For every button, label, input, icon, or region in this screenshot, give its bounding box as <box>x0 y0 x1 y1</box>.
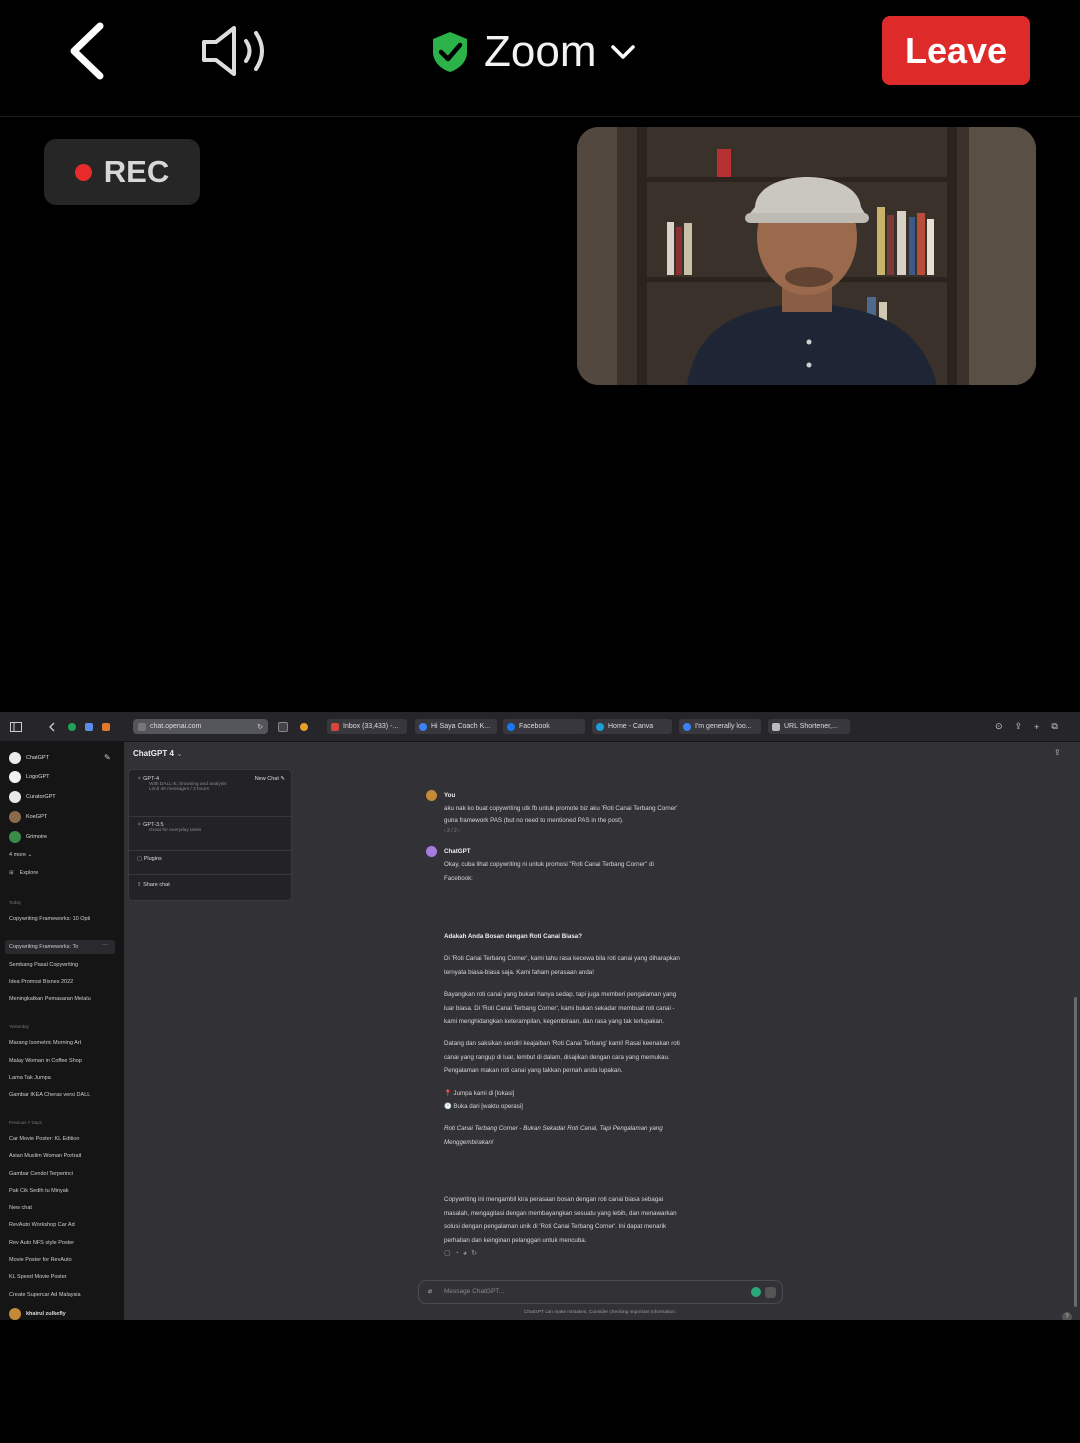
menu-option-plugins[interactable]: ▢ Plugins <box>137 856 285 862</box>
explore-gpts[interactable]: ⊞ Explore <box>9 870 115 876</box>
tab-canva[interactable]: Home - Canva <box>592 719 672 734</box>
copy-headline: Adakah Anda Bosan dengan Roti Canai Bias… <box>444 933 582 940</box>
extension-icons[interactable] <box>68 719 110 734</box>
chat-history-item[interactable]: Idea Promosi Bisnes 2022 <box>9 979 115 985</box>
chat-history-item[interactable]: Marang Isometric Morning Art <box>9 1040 115 1046</box>
leave-button[interactable]: Leave <box>882 16 1030 85</box>
chat-history-item[interactable]: Malay Woman in Coffee Shop <box>9 1058 115 1064</box>
assistant-copywriting: Adakah Anda Bosan dengan Roti Canai Bias… <box>444 930 744 1260</box>
menu-option-gpt4[interactable]: ✧ GPT-4 New Chat ✎ With DALL-E, browsing… <box>137 776 285 792</box>
recording-badge: REC <box>44 139 200 205</box>
more-options-icon[interactable]: ··· <box>102 942 108 948</box>
section-heading: Today <box>9 900 22 905</box>
grammarly-icon[interactable] <box>751 1287 761 1297</box>
tab-generally[interactable]: I'm generally loo... <box>679 719 761 734</box>
grid-icon: ⊞ <box>9 870 14 876</box>
chat-history-item[interactable]: Copywriting Frameworks: 10 Opti <box>9 916 115 922</box>
send-button[interactable] <box>765 1287 776 1298</box>
more-gpts-toggle[interactable]: 4 more ⌄ <box>9 852 115 858</box>
participant-video[interactable] <box>577 127 1036 385</box>
recording-dot-icon <box>74 163 92 181</box>
chat-history-item[interactable]: Create Supercar Ad Malaysia <box>9 1292 115 1298</box>
chat-history-item[interactable]: Meningkatkan Pemasaran Melalu <box>9 996 115 1002</box>
chat-history-item[interactable]: Asian Muslim Woman Portrait <box>9 1153 115 1159</box>
speaker-icon[interactable] <box>198 22 272 80</box>
meeting-title: Zoom <box>484 27 597 76</box>
tab-facebook[interactable]: Facebook <box>503 719 585 734</box>
browser-actions[interactable]: ⊙ ⇪ + ⧉ <box>995 719 1058 734</box>
user-message: You aku nak ko buat copywriting utk fb u… <box>444 789 744 836</box>
browser-toolbar: chat.openai.com ↻ Inbox (33,433) -... Hi… <box>0 712 1080 742</box>
message-input[interactable]: ⌀ Message ChatGPT... <box>418 1280 783 1304</box>
section-heading: Yesterday <box>9 1024 29 1029</box>
gpt-koegpt[interactable]: KoeGPT <box>9 811 47 823</box>
gpt-grimoire[interactable]: Grimoire <box>9 831 47 843</box>
address-bar[interactable]: chat.openai.com ↻ <box>133 719 268 734</box>
zoom-top-bar: Zoom Leave <box>0 0 1080 117</box>
plugin-icon: ▢ <box>137 856 143 862</box>
browser-back-icon[interactable] <box>48 719 56 734</box>
assistant-message: ChatGPT Okay, cuba lihat copywriting ni … <box>444 848 654 882</box>
share-icon[interactable]: ⇪ <box>1015 721 1023 732</box>
chatgpt-sidebar: ChatGPT ✎ LogoGPT CuratorGPT KoeGPT Grim… <box>0 742 124 1320</box>
chat-history-item[interactable]: Gambar Cendol Terperinci <box>9 1171 115 1177</box>
disclaimer-text: ChatGPT can make mistakes. Consider chec… <box>523 1310 677 1315</box>
shield-check-icon <box>433 32 467 72</box>
reload-icon[interactable]: ↻ <box>257 723 263 731</box>
chat-history-item[interactable]: Gambar IKEA Cheras versi DALL <box>9 1092 115 1098</box>
sidebar-toggle-icon[interactable] <box>10 719 22 734</box>
model-dropdown-menu: ✧ GPT-4 New Chat ✎ With DALL-E, browsing… <box>128 769 292 901</box>
gpt-curatorgpt[interactable]: CuratorGPT <box>9 791 56 803</box>
user-avatar <box>426 790 437 801</box>
message-action-icons[interactable]: ▢◔◕↻ <box>444 1247 744 1260</box>
gpt-chatgpt[interactable]: ChatGPT <box>9 752 49 764</box>
new-chat-option[interactable]: New Chat ✎ <box>255 776 285 782</box>
menu-option-gpt35[interactable]: ✧ GPT-3.5 Great for everyday tasks <box>137 822 285 833</box>
message-input-placeholder: Message ChatGPT... <box>444 1288 504 1295</box>
recording-label: REC <box>103 154 170 189</box>
site-icon <box>138 722 146 731</box>
sparkle-icon: ✧ <box>137 776 142 782</box>
chatgpt-main: ChatGPT 4 ⌄ ⇪ ✧ GPT-4 New Chat ✎ With DA… <box>124 742 1080 1320</box>
chatgpt-avatar <box>426 846 437 857</box>
back-arrow-icon[interactable] <box>62 18 118 84</box>
chat-history-item[interactable]: Movie Poster for RevAuto <box>9 1257 115 1263</box>
toolbar-extension-icons[interactable] <box>278 719 308 734</box>
avatar <box>9 1308 21 1320</box>
gpt-logogpt[interactable]: LogoGPT <box>9 771 50 783</box>
chat-history-item[interactable]: Car Movie Poster: KL Edition <box>9 1136 115 1142</box>
tab-gmail[interactable]: Inbox (33,433) -... <box>327 719 407 734</box>
chat-history-item[interactable]: Rev Auto NFS style Poster <box>9 1240 115 1246</box>
meeting-title-dropdown[interactable]: Zoom <box>430 22 636 82</box>
chat-history-item[interactable]: Pak Cik Sedih tu Minyak <box>9 1188 115 1194</box>
chat-history-item[interactable]: Sembang Pasal Copywriting <box>9 962 115 968</box>
tab-coach[interactable]: Hi Saya Coach K... <box>415 719 497 734</box>
new-tab-icon[interactable]: + <box>1034 722 1039 732</box>
tab-overview-icon[interactable]: ⧉ <box>1051 721 1057 732</box>
user-profile[interactable]: khairul zulkefly <box>9 1308 66 1320</box>
address-bar-url: chat.openai.com <box>150 723 202 730</box>
response-pager[interactable]: ‹ 2 / 2 › <box>444 827 744 836</box>
menu-option-share[interactable]: ⇪ Share chat <box>137 882 285 888</box>
chat-history-item[interactable]: RevAuto Workshop Car Ad <box>9 1222 115 1228</box>
attach-icon[interactable]: ⌀ <box>428 1287 432 1295</box>
chat-history-item[interactable]: New chat <box>9 1205 115 1211</box>
chat-history-item-active[interactable]: Copywriting Frameworks: To <box>9 944 97 950</box>
download-icon[interactable]: ⊙ <box>995 721 1003 732</box>
sparkle-icon: ✧ <box>137 822 142 828</box>
chat-history-item[interactable]: Lama Tak Jumpa <box>9 1075 115 1081</box>
share-conversation-icon[interactable]: ⇪ <box>1054 748 1061 757</box>
new-chat-icon[interactable]: ✎ <box>104 753 111 762</box>
tab-url-shortener[interactable]: URL Shortener,... <box>768 719 850 734</box>
chat-history-item[interactable]: KL Speed Movie Poster <box>9 1274 115 1280</box>
chevron-down-icon <box>611 45 636 59</box>
model-selector-button[interactable]: ChatGPT 4 ⌄ <box>133 749 183 758</box>
share-icon: ⇪ <box>137 882 142 888</box>
scrollbar[interactable] <box>1074 997 1077 1307</box>
shared-screen: chat.openai.com ↻ Inbox (33,433) -... Hi… <box>0 712 1080 1320</box>
help-icon[interactable]: ? <box>1062 1312 1072 1320</box>
section-heading: Previous 7 Days <box>9 1120 42 1125</box>
